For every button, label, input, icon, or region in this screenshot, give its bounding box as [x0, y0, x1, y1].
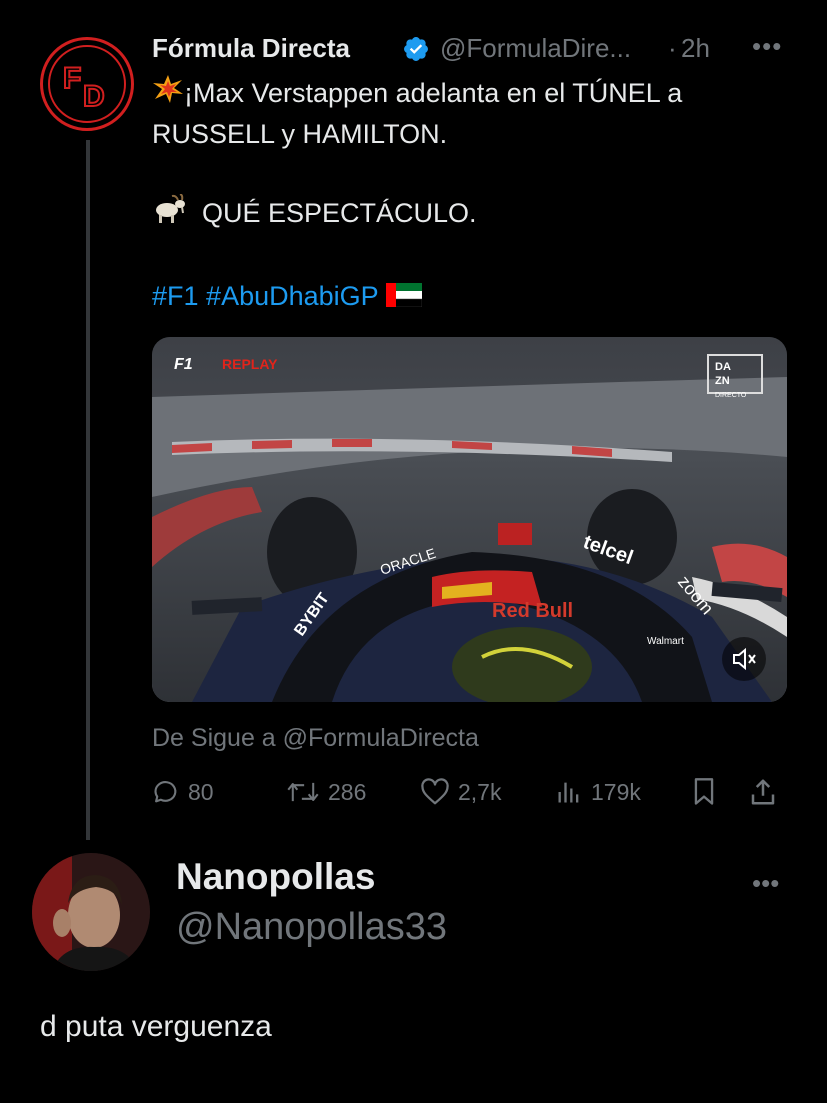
share-button[interactable] — [748, 772, 778, 808]
svg-text:F: F — [63, 62, 81, 95]
author-handle[interactable]: @FormulaDire... — [440, 31, 631, 65]
share-icon — [751, 779, 775, 805]
user-photo-icon — [32, 853, 150, 971]
reply-more-options-button[interactable]: ••• — [752, 868, 779, 899]
reply-icon — [154, 781, 177, 803]
views-icon — [558, 782, 579, 803]
svg-text:DA: DA — [715, 361, 731, 373]
author-avatar[interactable]: F D — [40, 37, 134, 131]
separator-dot: · — [668, 33, 677, 63]
mute-button[interactable] — [722, 637, 766, 681]
tweet-text-line-2: RUSSELL y HAMILTON. — [152, 119, 448, 149]
reply-button[interactable]: 80 — [152, 772, 214, 808]
reply-text: d puta verguenza — [40, 1010, 272, 1043]
author-name[interactable]: Fórmula Directa — [152, 31, 350, 65]
svg-text:D: D — [83, 80, 105, 113]
tweet-text-line-3: QUÉ ESPECTÁCULO. — [152, 193, 477, 235]
goat-emoji-icon — [152, 193, 186, 235]
svg-text:Red Bull: Red Bull — [492, 600, 573, 622]
thread-line — [86, 140, 90, 840]
uae-flag-icon — [385, 278, 422, 318]
source-attribution[interactable]: De Sigue a @FormulaDirecta — [152, 722, 479, 754]
svg-text:DIRECTO: DIRECTO — [715, 392, 747, 399]
like-count: 2,7k — [458, 778, 502, 805]
svg-text:REPLAY: REPLAY — [222, 356, 278, 372]
reply-author-avatar[interactable] — [32, 853, 150, 971]
retweet-icon — [287, 782, 319, 801]
retweet-button[interactable]: 286 — [286, 772, 366, 808]
reply-author-handle[interactable]: @Nanopollas33 — [176, 906, 447, 949]
fd-logo-icon: F D — [48, 45, 126, 123]
svg-text:Walmart: Walmart — [647, 636, 684, 647]
bookmark-button[interactable] — [690, 772, 718, 808]
like-button[interactable]: 2,7k — [420, 772, 501, 808]
timestamp[interactable]: 2h — [681, 31, 710, 65]
reply-count: 80 — [188, 778, 214, 805]
svg-text:F1: F1 — [174, 356, 193, 373]
views-count: 179k — [591, 778, 641, 805]
tweet-video[interactable]: Red Bull ORACLE telcel BYBIT zoom Walmar… — [152, 337, 787, 702]
retweet-count: 286 — [328, 778, 367, 805]
heart-icon — [421, 778, 449, 805]
tweet-text-part-3: QUÉ ESPECTÁCULO. — [202, 198, 477, 228]
reply-author-name[interactable]: Nanopollas — [176, 856, 375, 898]
tweet-hashtags: #F1 #AbuDhabiGP — [152, 276, 422, 318]
tweet-text-line-1: ¡Max Verstappen adelanta en el TÚNEL a — [152, 73, 682, 115]
hashtag-f1[interactable]: #F1 — [152, 281, 199, 311]
svg-text:ZN: ZN — [715, 375, 730, 387]
mute-icon — [733, 647, 756, 671]
tweet-text-part-1: ¡Max Verstappen adelanta en el TÚNEL a — [184, 78, 683, 108]
views-button[interactable]: 179k — [555, 772, 641, 808]
collision-emoji-icon — [152, 74, 184, 115]
verified-badge-icon — [402, 35, 430, 63]
bookmark-icon — [694, 778, 714, 805]
hashtag-abudhabigp[interactable]: #AbuDhabiGP — [206, 281, 378, 311]
more-options-button[interactable]: ••• — [752, 31, 782, 62]
onboard-camera-scene: Red Bull ORACLE telcel BYBIT zoom Walmar… — [152, 337, 787, 702]
